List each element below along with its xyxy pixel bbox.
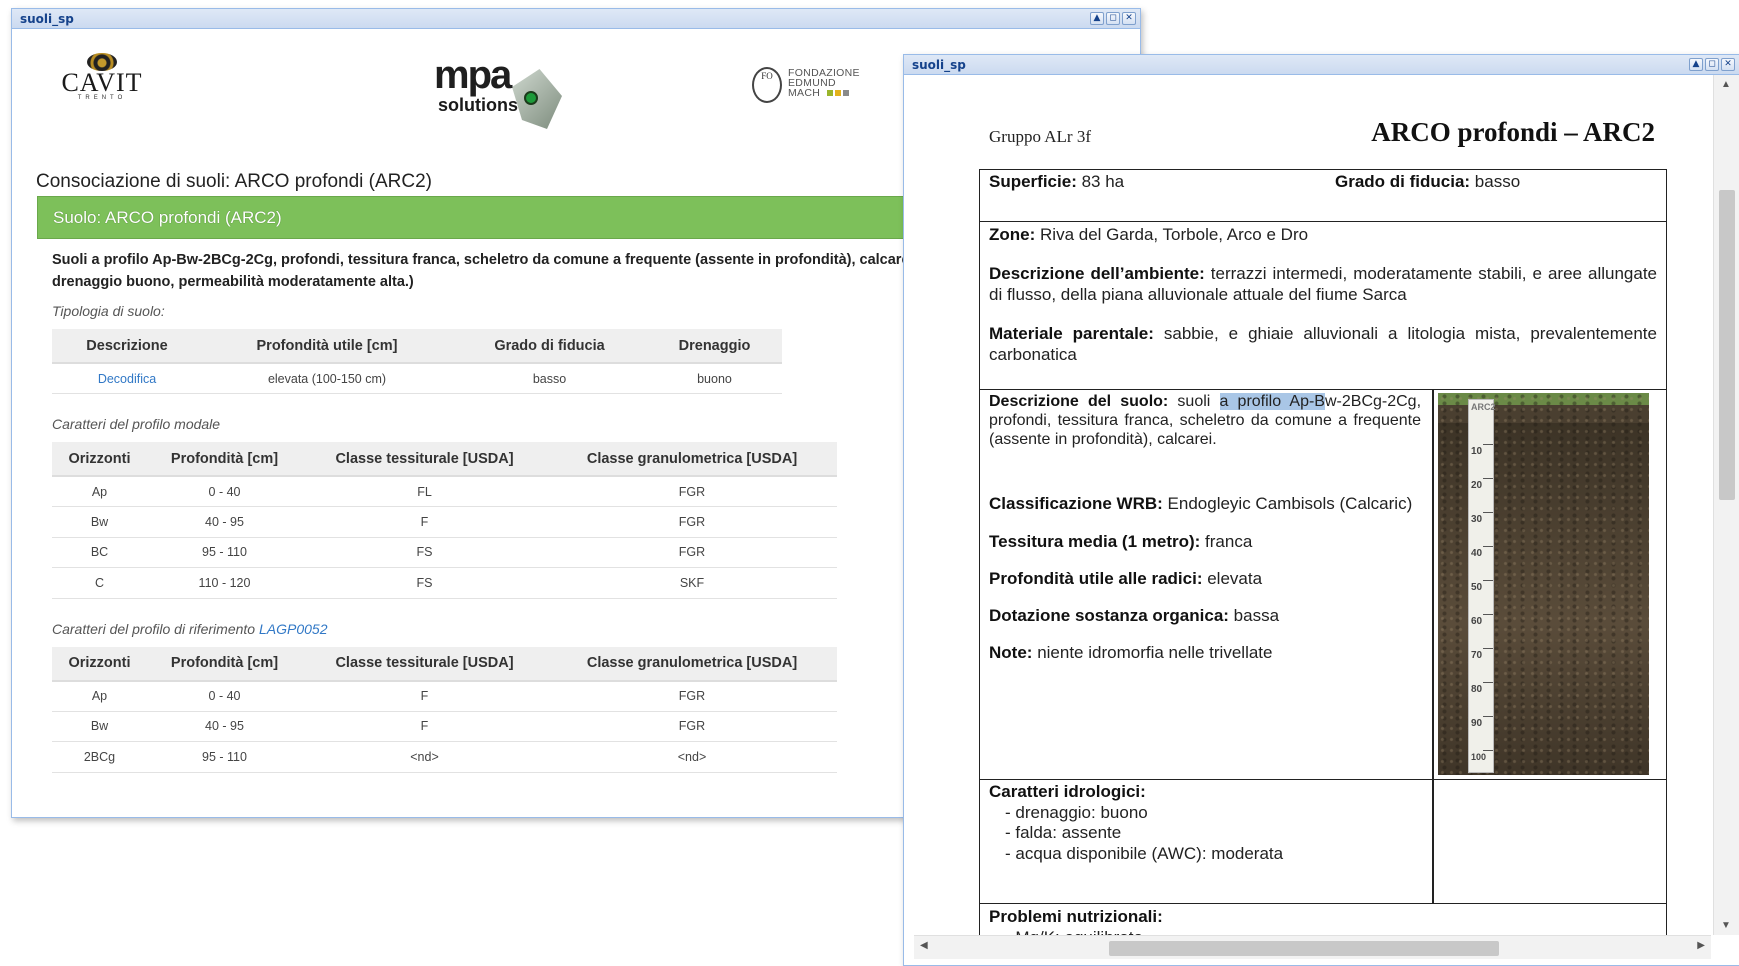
table-row: Bw 40 - 95 F FGR <box>52 711 837 742</box>
maximize-button[interactable]: ◻ <box>1106 12 1120 25</box>
vertical-scroll-thumb[interactable] <box>1719 190 1735 500</box>
table-cell: elevata (100-150 cm) <box>202 363 452 394</box>
column-header: Orizzonti <box>52 646 147 682</box>
modale-table: Orizzonti Profondità [cm] Classe tessitu… <box>52 442 837 599</box>
nutrizionali-row: Problemi nutrizionali: - Mg/K: equilibra… <box>989 907 1163 935</box>
window-title: suoli_sp <box>912 58 966 72</box>
cell-divider <box>1432 780 1434 903</box>
soil-profile-photo: ARC2 10 20 30 40 50 60 70 80 90 100 <box>1438 393 1649 775</box>
decodifica-link[interactable]: Decodifica <box>98 372 156 386</box>
window-tools: ▲ ◻ ✕ <box>1090 12 1136 25</box>
mpa-logo-subtext: solutions <box>438 95 518 115</box>
ruler-icon: ARC2 10 20 30 40 50 60 70 80 90 100 <box>1468 399 1496 773</box>
column-header: Profondità [cm] <box>147 646 302 682</box>
table-cell: basso <box>452 363 647 394</box>
table-row: C 110 - 120 FS SKF <box>52 567 837 599</box>
table-row: Decodifica elevata (100-150 cm) basso bu… <box>52 363 782 394</box>
lagp0052-link[interactable]: LAGP0052 <box>259 621 328 637</box>
idrologici-text: Caratteri idrologici: - drenaggio: buono… <box>989 782 1284 863</box>
green-dot-icon <box>524 91 538 105</box>
riferimento-table: Orizzonti Profondità [cm] Classe tessitu… <box>52 646 837 773</box>
scroll-left-arrow-icon[interactable]: ◀ <box>920 940 928 951</box>
suolo-text: Descrizione del suolo: suoli a profilo A… <box>989 393 1422 662</box>
column-header: Profondità [cm] <box>147 442 302 477</box>
column-header: Classe granulometrica [USDA] <box>547 646 837 682</box>
cell-divider <box>1432 390 1434 779</box>
horizontal-scroll-thumb[interactable] <box>1109 941 1499 956</box>
table-row: BC 95 - 110 FS FGR <box>52 537 837 568</box>
suolo-row: Descrizione del suolo: suoli a profilo A… <box>980 390 1666 780</box>
window-titlebar[interactable]: suoli_sp ▲ ◻ ✕ <box>12 9 1140 29</box>
horizontal-scrollbar[interactable]: ◀ ▶ <box>914 935 1711 959</box>
table-header-row: Orizzonti Profondità [cm] Classe tessitu… <box>52 646 837 682</box>
fem-emblem-icon: FO <box>752 67 782 103</box>
scroll-up-arrow-icon[interactable]: ▲ <box>1721 79 1731 90</box>
column-header: Classe granulometrica [USDA] <box>547 442 837 477</box>
close-button[interactable]: ✕ <box>1721 58 1735 71</box>
document-title: ARCO profondi – ARC2 <box>1371 117 1655 147</box>
scroll-down-arrow-icon[interactable]: ▼ <box>1721 920 1731 931</box>
fem-logo-text: FONDAZIONE EDMUND MACH <box>788 67 860 99</box>
column-header: Orizzonti <box>52 442 147 477</box>
minimize-button[interactable]: ▲ <box>1090 12 1104 25</box>
table-header-row: Orizzonti Profondità [cm] Classe tessitu… <box>52 442 837 477</box>
column-header: Classe tessiturale [USDA] <box>302 442 547 477</box>
window-title: suoli_sp <box>20 12 74 26</box>
mpa-solutions-logo: mpa solutions <box>422 53 572 153</box>
table-header-row: Descrizione Profondità utile [cm] Grado … <box>52 329 782 364</box>
table-row: 2BCg 95 - 110 <nd> <nd> <box>52 741 837 773</box>
cavit-logo-text: CAVIT <box>61 68 143 97</box>
table-row: Ap 0 - 40 FL FGR <box>52 476 837 507</box>
gruppo-label: Gruppo ALr 3f <box>989 127 1091 146</box>
idrologici-row: Caratteri idrologici: - drenaggio: buono… <box>980 780 1666 904</box>
window-tools: ▲ ◻ ✕ <box>1689 58 1735 71</box>
document-viewer[interactable]: Gruppo ALr 3f ARCO profondi – ARC2 Super… <box>914 75 1711 935</box>
page-title: Consociazione di suoli: ARCO profondi (A… <box>36 171 433 192</box>
fem-logo: FO FONDAZIONE EDMUND MACH <box>752 67 872 107</box>
superficie-row: Superficie: 83 ha Grado di fiducia: bass… <box>980 170 1666 222</box>
maximize-button[interactable]: ◻ <box>1705 58 1719 71</box>
window-titlebar[interactable]: suoli_sp ▲ ◻ ✕ <box>904 55 1739 75</box>
column-header: Classe tessiturale [USDA] <box>302 646 547 682</box>
document-window: suoli_sp ▲ ◻ ✕ Gruppo ALr 3f ARCO profon… <box>903 54 1739 966</box>
column-header: Grado di fiducia <box>452 329 647 364</box>
text-selection[interactable]: a profilo Ap-B <box>1219 393 1325 410</box>
column-header: Descrizione <box>52 329 202 364</box>
table-row: Bw 40 - 95 F FGR <box>52 506 837 538</box>
table-cell: buono <box>647 363 782 394</box>
table-row: Ap 0 - 40 F FGR <box>52 680 837 712</box>
column-header: Drenaggio <box>647 329 782 364</box>
column-header: Profondità utile [cm] <box>202 329 452 364</box>
tipologia-table: Descrizione Profondità utile [cm] Grado … <box>52 329 782 394</box>
ambiente-row: Zone: Riva del Garda, Torbole, Arco e Dr… <box>980 222 1666 390</box>
cavit-logo: CAVIT TRENTO <box>47 53 157 101</box>
close-button[interactable]: ✕ <box>1122 12 1136 25</box>
vertical-scrollbar[interactable]: ▲ ▼ <box>1713 75 1739 935</box>
soil-sheet: Superficie: 83 ha Grado di fiducia: bass… <box>979 169 1667 935</box>
scroll-right-arrow-icon[interactable]: ▶ <box>1697 940 1705 951</box>
mpa-logo-text: mpa <box>434 53 512 97</box>
minimize-button[interactable]: ▲ <box>1689 58 1703 71</box>
